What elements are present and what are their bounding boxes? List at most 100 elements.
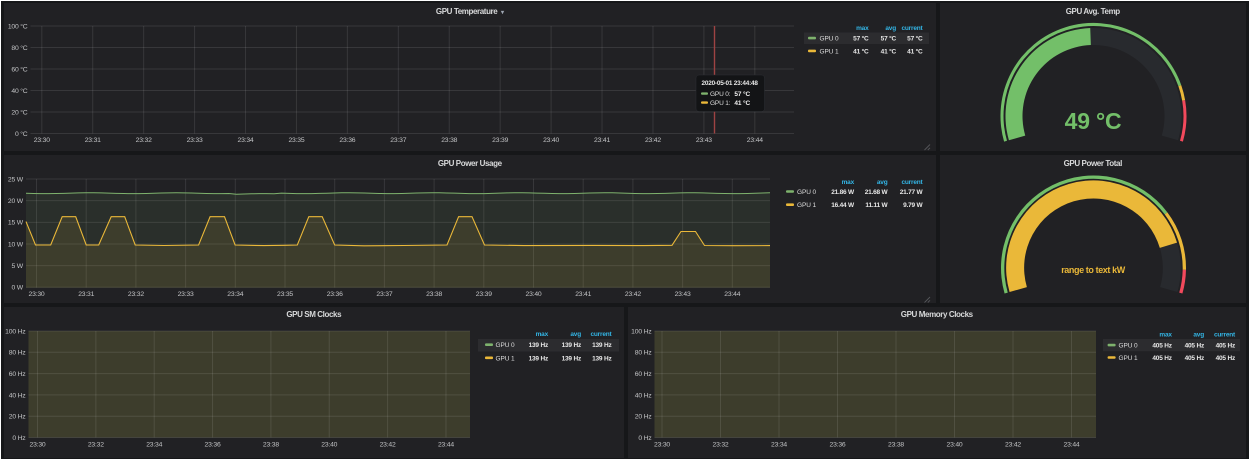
svg-text:23:44: 23:44 bbox=[724, 291, 740, 298]
svg-text:23:36: 23:36 bbox=[829, 441, 845, 448]
svg-text:23:38: 23:38 bbox=[263, 441, 279, 448]
svg-text:23:38: 23:38 bbox=[887, 441, 903, 448]
svg-text:23:37: 23:37 bbox=[376, 291, 392, 298]
svg-text:23:35: 23:35 bbox=[277, 291, 293, 298]
svg-text:40 Hz: 40 Hz bbox=[634, 392, 652, 399]
svg-text:80 Hz: 80 Hz bbox=[9, 349, 27, 356]
svg-text:current: current bbox=[902, 25, 924, 32]
svg-text:20 Hz: 20 Hz bbox=[634, 413, 652, 420]
svg-text:100 °C: 100 °C bbox=[8, 22, 28, 30]
svg-text:80 °C: 80 °C bbox=[11, 44, 27, 52]
svg-text:GPU 0: GPU 0 bbox=[797, 189, 816, 196]
svg-text:40 °C: 40 °C bbox=[11, 87, 27, 95]
svg-text:23:34: 23:34 bbox=[227, 291, 243, 298]
svg-text:21.77 W: 21.77 W bbox=[900, 189, 924, 196]
svg-text:405 Hz: 405 Hz bbox=[1152, 355, 1172, 362]
svg-text:GPU 1: GPU 1 bbox=[797, 202, 816, 209]
svg-text:405 Hz: 405 Hz bbox=[1184, 342, 1204, 349]
svg-text:23:43: 23:43 bbox=[675, 291, 691, 298]
svg-text:23:31: 23:31 bbox=[85, 137, 101, 144]
svg-text:25 W: 25 W bbox=[8, 176, 24, 183]
svg-text:23:41: 23:41 bbox=[594, 137, 610, 144]
svg-text:9.79 W: 9.79 W bbox=[903, 202, 923, 209]
svg-text:57 °C: 57 °C bbox=[734, 90, 750, 98]
svg-text:60 Hz: 60 Hz bbox=[634, 371, 652, 378]
svg-text:23:33: 23:33 bbox=[178, 291, 194, 298]
svg-text:GPU 0: GPU 0 bbox=[496, 342, 515, 349]
svg-text:100 Hz: 100 Hz bbox=[631, 328, 652, 335]
svg-text:60 Hz: 60 Hz bbox=[9, 371, 27, 378]
svg-text:23:33: 23:33 bbox=[187, 137, 203, 144]
svg-text:max: max bbox=[536, 331, 549, 338]
svg-text:139 Hz: 139 Hz bbox=[562, 342, 582, 349]
svg-text:23:42: 23:42 bbox=[625, 291, 641, 298]
svg-text:23:31: 23:31 bbox=[78, 291, 94, 298]
svg-text:0 Hz: 0 Hz bbox=[638, 434, 652, 441]
svg-text:max: max bbox=[856, 25, 869, 32]
svg-text:0 °C: 0 °C bbox=[15, 130, 28, 138]
svg-text:23:42: 23:42 bbox=[645, 137, 661, 144]
svg-text:avg: avg bbox=[1193, 331, 1204, 338]
svg-text:57 °C: 57 °C bbox=[881, 35, 897, 43]
svg-text:23:43: 23:43 bbox=[696, 137, 712, 144]
svg-text:23:34: 23:34 bbox=[770, 441, 786, 448]
svg-text:40 Hz: 40 Hz bbox=[9, 392, 27, 399]
svg-text:23:39: 23:39 bbox=[492, 137, 508, 144]
svg-text:57 °C: 57 °C bbox=[907, 35, 923, 43]
svg-text:11.11 W: 11.11 W bbox=[865, 202, 888, 209]
svg-text:23:40: 23:40 bbox=[543, 137, 559, 144]
svg-text:139 Hz: 139 Hz bbox=[592, 355, 612, 362]
svg-text:23:44: 23:44 bbox=[438, 441, 454, 448]
svg-text:21.68 W: 21.68 W bbox=[865, 189, 889, 196]
svg-text:avg: avg bbox=[570, 331, 581, 338]
svg-text:23:32: 23:32 bbox=[88, 441, 104, 448]
svg-text:16.44 W: 16.44 W bbox=[831, 202, 855, 209]
svg-text:80 Hz: 80 Hz bbox=[634, 349, 652, 356]
svg-text:23:32: 23:32 bbox=[712, 441, 728, 448]
svg-text:23:32: 23:32 bbox=[136, 137, 152, 144]
svg-text:139 Hz: 139 Hz bbox=[529, 342, 549, 349]
svg-text:23:34: 23:34 bbox=[146, 441, 162, 448]
svg-text:57 °C: 57 °C bbox=[853, 35, 869, 43]
svg-text:5 W: 5 W bbox=[12, 263, 24, 270]
svg-text:23:40: 23:40 bbox=[946, 441, 962, 448]
svg-text:41 °C: 41 °C bbox=[907, 47, 923, 55]
svg-text:100 Hz: 100 Hz bbox=[5, 328, 26, 335]
svg-text:2020-05-01 23:44:48: 2020-05-01 23:44:48 bbox=[702, 80, 759, 87]
svg-text:23:32: 23:32 bbox=[128, 291, 144, 298]
svg-text:23:41: 23:41 bbox=[575, 291, 591, 298]
svg-text:23:36: 23:36 bbox=[205, 441, 221, 448]
svg-text:23:36: 23:36 bbox=[327, 291, 343, 298]
svg-text:max: max bbox=[842, 179, 855, 186]
svg-text:23:38: 23:38 bbox=[426, 291, 442, 298]
svg-text:21.86 W: 21.86 W bbox=[831, 189, 855, 196]
svg-text:current: current bbox=[902, 179, 924, 186]
svg-text:GPU 1: GPU 1 bbox=[820, 48, 839, 55]
svg-text:405 Hz: 405 Hz bbox=[1215, 355, 1235, 362]
svg-text:GPU 1: GPU 1 bbox=[1118, 355, 1137, 362]
svg-text:10 W: 10 W bbox=[8, 241, 24, 248]
svg-text:41 °C: 41 °C bbox=[734, 99, 750, 107]
svg-text:60 °C: 60 °C bbox=[11, 65, 27, 73]
svg-text:23:37: 23:37 bbox=[390, 137, 406, 144]
svg-text:23:35: 23:35 bbox=[288, 137, 304, 144]
svg-text:max: max bbox=[1159, 331, 1172, 338]
svg-text:20 °C: 20 °C bbox=[11, 108, 27, 116]
svg-text:GPU 0: GPU 0 bbox=[820, 36, 839, 43]
svg-text:avg: avg bbox=[877, 179, 888, 186]
svg-text:0 W: 0 W bbox=[12, 285, 24, 292]
svg-text:23:44: 23:44 bbox=[1063, 441, 1079, 448]
svg-text:23:30: 23:30 bbox=[653, 441, 669, 448]
svg-text:405 Hz: 405 Hz bbox=[1152, 342, 1172, 349]
svg-text:41 °C: 41 °C bbox=[853, 47, 869, 55]
svg-text:avg: avg bbox=[885, 25, 896, 32]
svg-text:139 Hz: 139 Hz bbox=[592, 342, 612, 349]
svg-text:20 W: 20 W bbox=[8, 198, 24, 205]
svg-text:139 Hz: 139 Hz bbox=[529, 355, 549, 362]
svg-text:23:40: 23:40 bbox=[525, 291, 541, 298]
svg-text:GPU 0: GPU 0 bbox=[1118, 342, 1137, 349]
svg-text:23:38: 23:38 bbox=[441, 137, 457, 144]
svg-text:0 Hz: 0 Hz bbox=[12, 434, 26, 441]
svg-text:current: current bbox=[591, 331, 613, 338]
svg-text:405 Hz: 405 Hz bbox=[1184, 355, 1204, 362]
